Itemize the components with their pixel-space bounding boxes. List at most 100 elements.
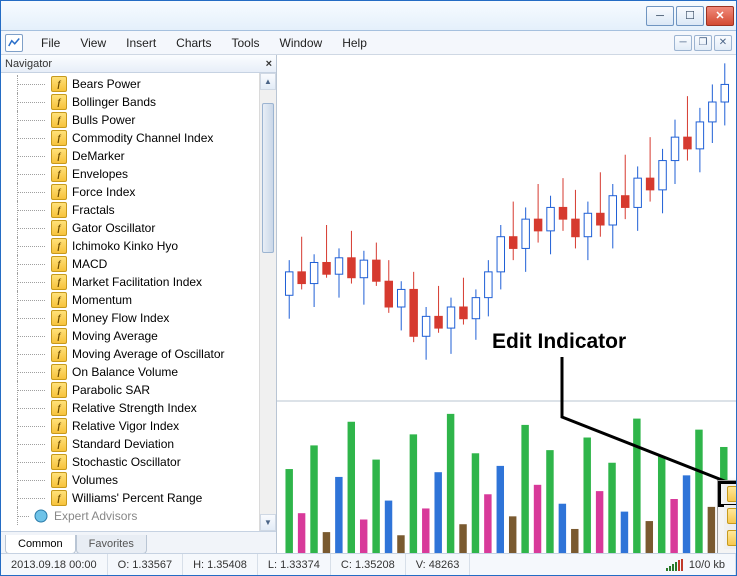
scroll-thumb[interactable] xyxy=(262,103,274,253)
indicator-label: Moving Average xyxy=(72,329,158,343)
status-datetime: 2013.09.18 00:00 xyxy=(1,554,108,575)
indicator-item[interactable]: fParabolic SAR xyxy=(3,381,276,399)
indicator-fx-icon: f xyxy=(51,76,67,92)
context-menu-item[interactable]: BW MFI properties... xyxy=(720,483,736,505)
indicator-item[interactable]: fWilliams' Percent Range xyxy=(3,489,276,507)
scroll-down-button[interactable]: ▼ xyxy=(260,514,276,531)
indicator-item[interactable]: fEnvelopes xyxy=(3,165,276,183)
indicator-label: Parabolic SAR xyxy=(72,383,150,397)
titlebar: ─ ☐ ✕ xyxy=(1,1,736,31)
mdi-minimize-button[interactable]: ─ xyxy=(674,35,692,51)
expert-advisors-node[interactable]: Expert Advisors xyxy=(3,507,276,525)
indicator-item[interactable]: fForce Index xyxy=(3,183,276,201)
indicator-fx-icon: f xyxy=(51,94,67,110)
indicator-fx-icon: f xyxy=(51,400,67,416)
chart-area[interactable]: Edit Indicator BW MFI properties...Delet… xyxy=(277,55,736,553)
indicator-item[interactable]: fStochastic Oscillator xyxy=(3,453,276,471)
tab-common[interactable]: Common xyxy=(5,535,76,553)
indicator-label: Envelopes xyxy=(72,167,128,181)
window-close-button[interactable]: ✕ xyxy=(706,6,734,26)
navigator-close-icon[interactable]: × xyxy=(266,58,272,70)
indicator-item[interactable]: f Relative Strength Index xyxy=(3,399,276,417)
menu-file[interactable]: File xyxy=(31,33,70,53)
statusbar: 2013.09.18 00:00 O: 1.33567 H: 1.35408 L… xyxy=(1,553,736,575)
indicator-label: Money Flow Index xyxy=(72,311,169,325)
indicator-item[interactable]: fMarket Facilitation Index xyxy=(3,273,276,291)
indicator-item[interactable]: f Bears Power xyxy=(3,75,276,93)
indicator-item[interactable]: fVolumes xyxy=(3,471,276,489)
indicator-item[interactable]: fRelative Vigor Index xyxy=(3,417,276,435)
indicator-fx-icon: f xyxy=(51,364,67,380)
indicator-label: On Balance Volume xyxy=(72,365,178,379)
menu-view[interactable]: View xyxy=(70,33,116,53)
indicator-fx-icon: f xyxy=(51,184,67,200)
status-open: O: 1.33567 xyxy=(108,554,183,575)
app-window: ─ ☐ ✕ FileViewInsertChartsToolsWindowHel… xyxy=(0,0,737,576)
navigator-tabs: Common Favorites xyxy=(1,531,276,553)
indicator-item[interactable]: fFractals xyxy=(3,201,276,219)
scroll-up-button[interactable]: ▲ xyxy=(260,73,276,90)
content-area: Navigator × f Bears Power fBollinger Bands… xyxy=(1,55,736,553)
tab-favorites[interactable]: Favorites xyxy=(76,535,147,553)
indicator-label: Relative Vigor Index xyxy=(72,419,179,433)
indicator-label: Gator Oscillator xyxy=(72,221,155,235)
properties-icon xyxy=(727,486,736,502)
menu-insert[interactable]: Insert xyxy=(116,33,166,53)
mdi-restore-button[interactable]: ❐ xyxy=(694,35,712,51)
navigator-scrollbar[interactable]: ▲ ▼ xyxy=(259,73,276,531)
indicator-item[interactable]: fCommodity Channel Index xyxy=(3,129,276,147)
delete-icon xyxy=(727,530,736,546)
indicator-label: Bulls Power xyxy=(72,113,135,127)
status-close: C: 1.35208 xyxy=(331,554,406,575)
app-icon xyxy=(5,34,23,52)
status-volume: V: 48263 xyxy=(406,554,471,575)
status-connection: 10/0 kb xyxy=(656,554,736,575)
indicator-item[interactable]: fGator Oscillator xyxy=(3,219,276,237)
annotation-label: Edit Indicator xyxy=(492,330,626,354)
indicator-item[interactable]: fDeMarker xyxy=(3,147,276,165)
indicator-item[interactable]: fStandard Deviation xyxy=(3,435,276,453)
indicator-item[interactable]: fBulls Power xyxy=(3,111,276,129)
indicator-context-menu: BW MFI properties...Delete IndicatorDele… xyxy=(717,480,736,553)
indicator-fx-icon: f xyxy=(51,202,67,218)
menu-tools[interactable]: Tools xyxy=(222,33,270,53)
context-menu-item[interactable]: Delete Indicator Window xyxy=(720,527,736,549)
indicator-item[interactable]: fBollinger Bands xyxy=(3,93,276,111)
indicator-label: Relative Strength Index xyxy=(72,401,197,415)
indicator-item[interactable]: fMACD xyxy=(3,255,276,273)
menu-help[interactable]: Help xyxy=(332,33,377,53)
status-low: L: 1.33374 xyxy=(258,554,331,575)
indicator-item[interactable]: f Moving Average xyxy=(3,327,276,345)
indicator-subwindow[interactable] xyxy=(277,400,736,553)
indicator-label: Momentum xyxy=(72,293,132,307)
indicator-label: Ichimoko Kinko Hyo xyxy=(72,239,178,253)
window-minimize-button[interactable]: ─ xyxy=(646,6,674,26)
indicator-label: Market Facilitation Index xyxy=(72,275,202,289)
menu-window[interactable]: Window xyxy=(270,33,333,53)
indicator-label: Moving Average of Oscillator xyxy=(72,347,225,361)
indicator-label: Bears Power xyxy=(72,77,141,91)
context-menu-item[interactable]: Delete Indicator xyxy=(720,505,736,527)
expert-advisors-label: Expert Advisors xyxy=(54,509,137,523)
indicator-item[interactable]: f Money Flow Index xyxy=(3,309,276,327)
indicator-item[interactable]: fMoving Average of Oscillator xyxy=(3,345,276,363)
window-maximize-button[interactable]: ☐ xyxy=(676,6,704,26)
navigator-title: Navigator xyxy=(5,58,52,70)
menu-charts[interactable]: Charts xyxy=(166,33,221,53)
indicator-fx-icon: f xyxy=(51,310,67,326)
indicator-fx-icon: f xyxy=(51,148,67,164)
indicator-item[interactable]: f On Balance Volume xyxy=(3,363,276,381)
indicator-fx-icon: f xyxy=(51,238,67,254)
indicator-label: Standard Deviation xyxy=(72,437,174,451)
indicator-item[interactable]: f Ichimoko Kinko Hyo xyxy=(3,237,276,255)
indicator-fx-icon: f xyxy=(51,256,67,272)
navigator-header: Navigator × xyxy=(1,55,276,73)
menubar: FileViewInsertChartsToolsWindowHelp ─ ❐ … xyxy=(1,31,736,55)
status-high: H: 1.35408 xyxy=(183,554,258,575)
navigator-tree[interactable]: fBears PowerfBollinger BandsfBulls Power… xyxy=(1,73,276,531)
indicator-label: Stochastic Oscillator xyxy=(72,455,181,469)
indicator-fx-icon: f xyxy=(51,328,67,344)
mdi-close-button[interactable]: ✕ xyxy=(714,35,732,51)
indicator-fx-icon: f xyxy=(51,472,67,488)
indicator-item[interactable]: fMomentum xyxy=(3,291,276,309)
